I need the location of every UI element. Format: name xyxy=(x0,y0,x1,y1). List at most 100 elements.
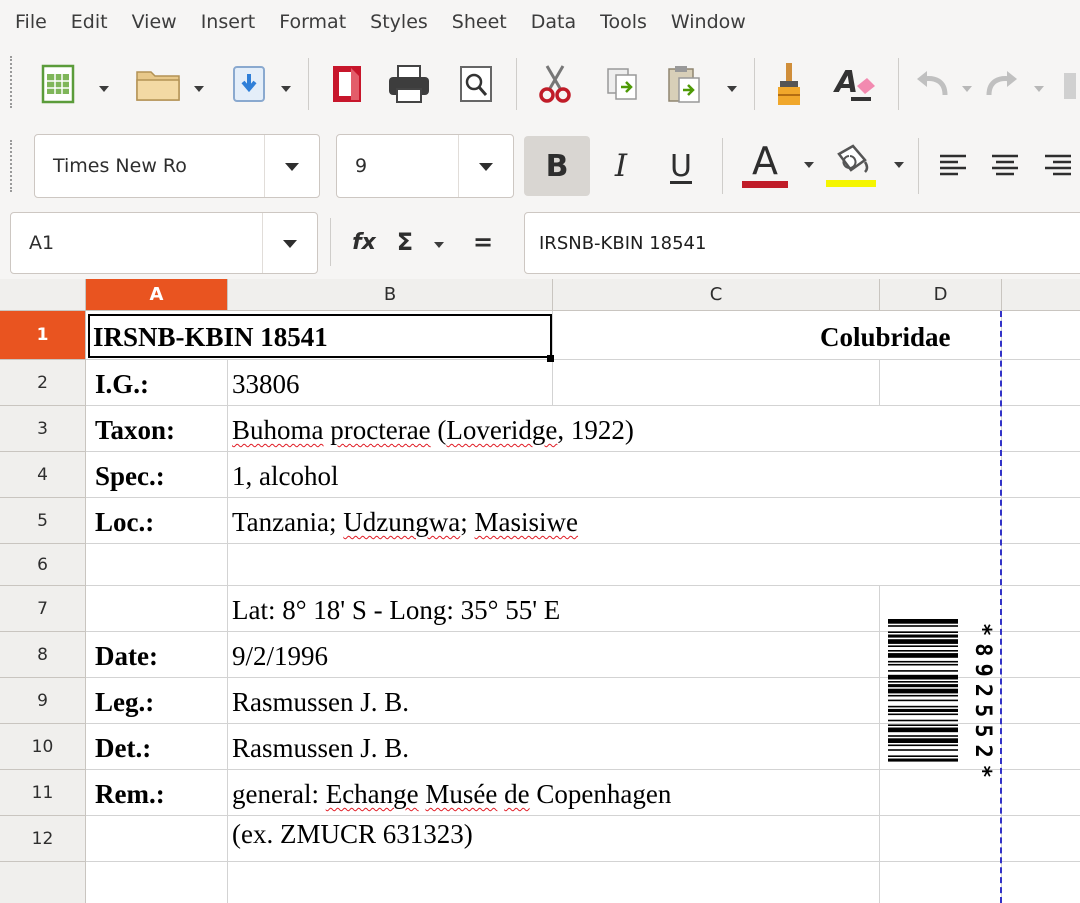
italic-button[interactable]: I xyxy=(598,136,644,196)
undo-icon[interactable] xyxy=(910,62,954,106)
name-box-value[interactable]: A1 xyxy=(11,232,262,254)
cell-d1[interactable]: Colubridae xyxy=(820,318,951,356)
formula-input[interactable]: IRSNB-KBIN 18541 xyxy=(524,212,1080,274)
font-color-dropdown-icon[interactable] xyxy=(804,162,814,168)
spelling-icon[interactable] xyxy=(1056,68,1076,104)
row-header-11[interactable]: 11 xyxy=(0,770,86,816)
new-spreadsheet-icon[interactable] xyxy=(34,60,82,108)
cell-a9[interactable]: Leg.: xyxy=(95,683,154,721)
name-box-dropdown-icon[interactable] xyxy=(262,213,317,273)
menu-edit[interactable]: Edit xyxy=(55,11,116,33)
font-name-dropdown-icon[interactable] xyxy=(264,135,319,197)
new-dropdown-icon[interactable] xyxy=(99,86,109,92)
paste-dropdown-icon[interactable] xyxy=(727,86,737,92)
align-right-icon[interactable] xyxy=(1036,142,1080,188)
cell-b9[interactable]: Rasmussen J. B. xyxy=(232,683,409,721)
menu-styles[interactable]: Styles xyxy=(354,11,436,33)
toolbar-grip[interactable] xyxy=(10,140,16,192)
highlight-color-button[interactable] xyxy=(822,132,880,196)
toolbar-grip[interactable] xyxy=(10,56,16,108)
font-color-button[interactable]: A xyxy=(736,132,794,196)
cell-b8[interactable]: 9/2/1996 xyxy=(232,637,328,675)
cell-a2[interactable]: I.G.: xyxy=(95,365,149,403)
barcode-image[interactable] xyxy=(888,617,968,877)
sum-dropdown-icon[interactable] xyxy=(434,242,444,248)
redo-icon[interactable] xyxy=(980,62,1024,106)
row-header-3[interactable]: 3 xyxy=(0,406,86,452)
bold-button[interactable]: B xyxy=(524,136,590,196)
menu-window[interactable]: Window xyxy=(655,11,754,33)
formula-content[interactable]: IRSNB-KBIN 18541 xyxy=(539,233,706,254)
function-wizard-button[interactable]: fx xyxy=(344,220,384,264)
underline-button[interactable]: U xyxy=(656,136,706,196)
formula-button[interactable]: = xyxy=(466,220,500,264)
undo-dropdown-icon[interactable] xyxy=(962,86,972,92)
cell-a11[interactable]: Rem.: xyxy=(95,775,165,813)
redo-dropdown-icon[interactable] xyxy=(1034,86,1044,92)
row-header-4[interactable]: 4 xyxy=(0,452,86,498)
column-header-a[interactable]: A xyxy=(86,279,228,311)
barcode-caption: *892552* xyxy=(970,623,995,785)
cell-b5[interactable]: Tanzania; Udzungwa; Masisiwe xyxy=(232,503,578,541)
print-preview-icon[interactable] xyxy=(452,60,500,108)
cell-b2[interactable]: 33806 xyxy=(232,365,300,403)
row-header-9[interactable]: 9 xyxy=(0,678,86,724)
export-pdf-icon[interactable] xyxy=(324,60,370,108)
open-folder-icon[interactable] xyxy=(132,60,184,108)
row-header-2[interactable]: 2 xyxy=(0,360,86,406)
autofill-handle[interactable] xyxy=(547,355,554,362)
save-dropdown-icon[interactable] xyxy=(281,86,291,92)
menu-data[interactable]: Data xyxy=(515,11,584,33)
font-name-value[interactable]: Times New Ro xyxy=(35,155,264,177)
menu-tools[interactable]: Tools xyxy=(584,11,655,33)
cell-a4[interactable]: Spec.: xyxy=(95,457,165,495)
barcode-bar xyxy=(888,660,958,663)
cell-a5[interactable]: Loc.: xyxy=(95,503,154,541)
menu-sheet[interactable]: Sheet xyxy=(436,11,515,33)
row-header-6[interactable]: 6 xyxy=(0,544,86,586)
cell-b4[interactable]: 1, alcohol xyxy=(232,457,338,495)
cell-a8[interactable]: Date: xyxy=(95,637,158,675)
font-name-combo[interactable]: Times New Ro xyxy=(34,134,320,198)
column-header-c[interactable]: C xyxy=(553,279,880,311)
column-header-b[interactable]: B xyxy=(228,279,553,311)
cell-b11[interactable]: general: Echange Musée de Copenhagen xyxy=(232,775,671,813)
save-icon[interactable] xyxy=(228,60,270,108)
cell-b12[interactable]: (ex. ZMUCR 631323) xyxy=(232,815,473,853)
paste-icon[interactable] xyxy=(662,60,706,108)
column-header-d[interactable]: D xyxy=(880,279,1002,311)
column-header-e[interactable] xyxy=(1002,279,1080,311)
cell-a10[interactable]: Det.: xyxy=(95,729,151,767)
align-center-icon[interactable] xyxy=(984,142,1026,188)
select-all-corner[interactable] xyxy=(0,279,86,311)
menu-view[interactable]: View xyxy=(116,11,185,33)
menu-format[interactable]: Format xyxy=(263,11,354,33)
menu-insert[interactable]: Insert xyxy=(185,11,264,33)
row-header-13[interactable] xyxy=(0,862,86,903)
row-header-1[interactable]: 1 xyxy=(0,311,86,360)
font-size-dropdown-icon[interactable] xyxy=(458,135,513,197)
row-header-7[interactable]: 7 xyxy=(0,586,86,632)
clone-formatting-icon[interactable] xyxy=(766,58,812,110)
cell-b10[interactable]: Rasmussen J. B. xyxy=(232,729,409,767)
align-left-icon[interactable] xyxy=(932,142,974,188)
row-header-10[interactable]: 10 xyxy=(0,724,86,770)
menu-file[interactable]: File xyxy=(0,11,55,33)
cell-b3[interactable]: Buhoma procterae (Loveridge, 1922) xyxy=(232,411,634,449)
row-header-5[interactable]: 5 xyxy=(0,498,86,544)
name-box[interactable]: A1 xyxy=(10,212,318,274)
sum-button[interactable]: Σ xyxy=(388,220,422,264)
font-size-combo[interactable]: 9 xyxy=(336,134,514,198)
font-size-value[interactable]: 9 xyxy=(337,155,458,177)
copy-icon[interactable] xyxy=(600,60,644,108)
barcode-text: *892552* xyxy=(970,623,995,785)
print-icon[interactable] xyxy=(382,60,436,108)
clear-formatting-icon[interactable]: A xyxy=(828,58,880,110)
cell-b7[interactable]: Lat: 8° 18' S - Long: 35° 55' E xyxy=(232,591,560,629)
cut-icon[interactable] xyxy=(530,60,580,108)
row-header-12[interactable]: 12 xyxy=(0,816,86,862)
highlight-dropdown-icon[interactable] xyxy=(894,162,904,168)
open-dropdown-icon[interactable] xyxy=(194,86,204,92)
cell-a3[interactable]: Taxon: xyxy=(95,411,175,449)
row-header-8[interactable]: 8 xyxy=(0,632,86,678)
